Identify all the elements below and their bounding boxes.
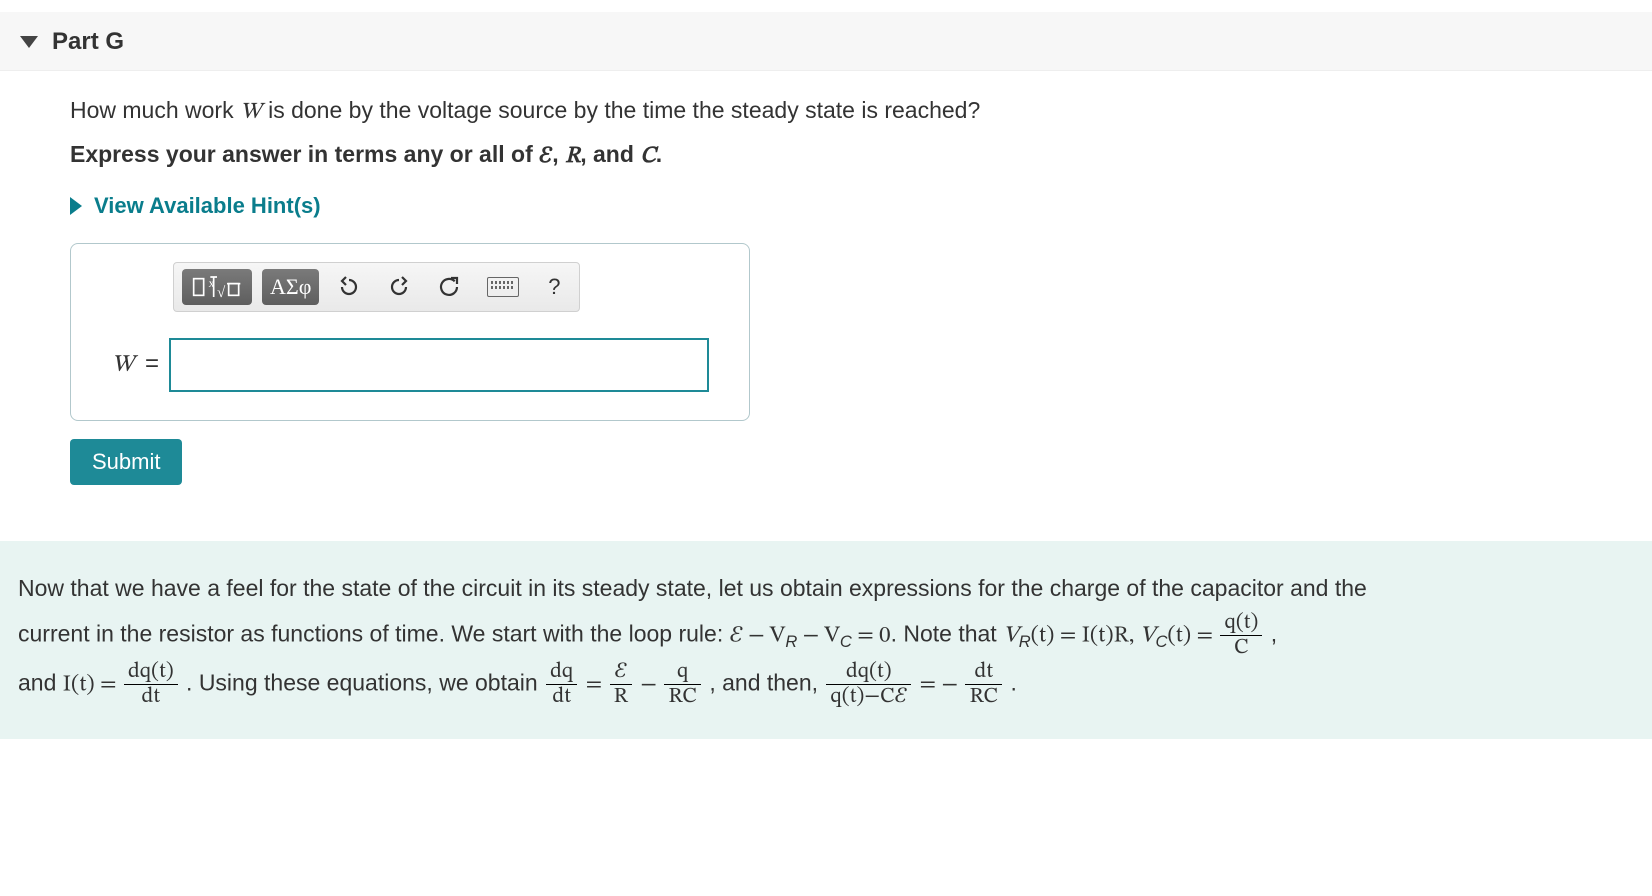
templates-button[interactable]: x √ xyxy=(182,269,252,305)
part-content: How much work W is done by the voltage s… xyxy=(0,71,1652,495)
eq-sign: = xyxy=(138,350,159,377)
instr-pre: Express your answer in terms any or all … xyxy=(70,141,539,167)
frac-q-over-RC: qRC xyxy=(664,660,701,709)
exp-minus2: − xyxy=(640,673,662,696)
exp-eqneg: = − xyxy=(920,673,964,696)
frac-den: RC xyxy=(965,685,1002,709)
q-var: W xyxy=(240,101,262,124)
help-button[interactable]: ? xyxy=(537,269,571,305)
exp-vrt: (t) = I(t)R, xyxy=(1031,624,1140,647)
exp-It: I(t) = xyxy=(63,673,122,696)
exp-vct: (t) = xyxy=(1167,624,1218,647)
part-title: Part G xyxy=(52,28,124,56)
answer-box: x √ ΑΣφ ? W xyxy=(70,243,750,421)
question-text: How much work W is done by the voltage s… xyxy=(70,97,1582,127)
reset-button[interactable] xyxy=(429,269,469,305)
submit-button[interactable]: Submit xyxy=(70,439,182,485)
redo-button[interactable] xyxy=(379,269,419,305)
expand-icon xyxy=(70,197,82,215)
exp-minus: − V xyxy=(797,624,840,647)
frac-dqdt: dqdt xyxy=(546,660,577,709)
collapse-icon xyxy=(20,36,38,48)
exp-vcsub: C xyxy=(1155,632,1167,651)
instr-v3: C xyxy=(640,145,655,168)
frac-right: dtRC xyxy=(965,660,1002,709)
equation-toolbar: x √ ΑΣφ ? xyxy=(173,262,580,312)
instr-end: . xyxy=(656,141,662,167)
frac-dq-over-dt: dq(t)dt xyxy=(124,660,178,709)
greek-button[interactable]: ΑΣφ xyxy=(262,269,319,305)
undo-button[interactable] xyxy=(329,269,369,305)
svg-text:√: √ xyxy=(217,285,226,301)
view-hints-button[interactable]: View Available Hint(s) xyxy=(70,193,1582,219)
frac-den: R xyxy=(610,685,632,709)
frac-den: C xyxy=(1220,636,1262,660)
frac-num: dt xyxy=(965,660,1002,685)
frac-left: dq(t)q(t)−Cℰ xyxy=(826,660,911,709)
lhs-var: W xyxy=(112,353,135,377)
frac-num: dq xyxy=(546,660,577,685)
exp-loop: ℰ − V xyxy=(730,624,786,647)
frac-den: q(t)−Cℰ xyxy=(826,685,911,709)
q-pre: How much work xyxy=(70,97,240,123)
frac-qt-over-C: q(t)C xyxy=(1220,611,1262,660)
part-header[interactable]: Part G xyxy=(0,12,1652,71)
keyboard-button[interactable] xyxy=(479,269,527,305)
frac-den: RC xyxy=(664,685,701,709)
exp-period: . xyxy=(1010,669,1016,695)
instruction-text: Express your answer in terms any or all … xyxy=(70,141,1582,171)
instr-v2: R xyxy=(565,145,580,168)
exp-then: , and then, xyxy=(709,669,824,695)
answer-input[interactable] xyxy=(169,338,709,392)
exp-andI: and xyxy=(18,669,63,695)
exp-subR: R xyxy=(785,632,797,651)
keyboard-icon xyxy=(487,277,519,297)
lhs-label: W = xyxy=(89,350,159,380)
exp-using: . Using these equations, we obtain xyxy=(186,669,544,695)
instr-s2: , and xyxy=(580,141,640,167)
exp-subC: C xyxy=(840,632,852,651)
instr-s1: , xyxy=(552,141,565,167)
hints-label: View Available Hint(s) xyxy=(94,193,321,219)
instr-v1: ℰ xyxy=(539,145,552,168)
frac-num: q xyxy=(664,660,701,685)
input-row: W = xyxy=(89,338,731,392)
exp-vr: V xyxy=(1003,624,1019,647)
exp-eq: = xyxy=(586,673,608,696)
frac-e-over-R: ℰR xyxy=(610,660,632,709)
explanation-panel: Now that we have a feel for the state of… xyxy=(0,541,1652,739)
exp-eq0: = 0 xyxy=(852,624,891,647)
frac-den: dt xyxy=(546,685,577,709)
frac-den: dt xyxy=(124,685,178,709)
frac-num: q(t) xyxy=(1220,611,1262,636)
frac-num: dq(t) xyxy=(826,660,911,685)
exp-comma1: , xyxy=(1271,620,1277,646)
exp-note: . Note that xyxy=(891,620,1004,646)
q-post: is done by the voltage source by the tim… xyxy=(262,97,981,123)
frac-num: ℰ xyxy=(610,660,632,685)
exp-vc: V xyxy=(1140,624,1156,647)
exp-l1: Now that we have a feel for the state of… xyxy=(18,575,1367,601)
top-links: Constants | Periodic Table xyxy=(0,0,1652,12)
frac-num: dq(t) xyxy=(124,660,178,685)
exp-l2a: current in the resistor as functions of … xyxy=(18,620,730,646)
exp-vrsub: R xyxy=(1019,632,1031,651)
